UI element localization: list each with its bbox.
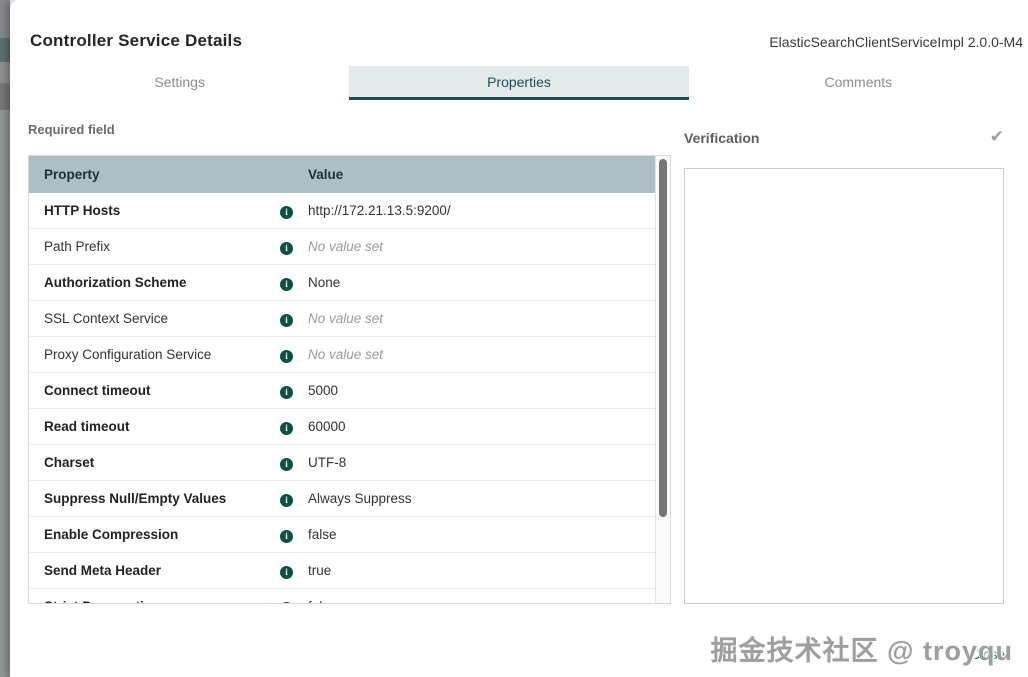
info-icon-cell: i bbox=[280, 203, 293, 219]
required-field-label: Required field bbox=[28, 122, 115, 137]
property-value: 60000 bbox=[308, 419, 346, 434]
property-name: Connect timeout bbox=[44, 383, 151, 398]
property-name: Send Meta Header bbox=[44, 563, 162, 578]
property-name: Authorization Scheme bbox=[44, 275, 187, 290]
property-value: No value set bbox=[308, 347, 384, 362]
info-icon-cell: i bbox=[280, 599, 293, 603]
info-icon[interactable]: i bbox=[280, 241, 293, 255]
property-name: Path Prefix bbox=[44, 239, 111, 254]
column-header-property: Property bbox=[44, 167, 100, 182]
info-icon-cell: i bbox=[280, 419, 293, 435]
info-icon[interactable]: i bbox=[280, 313, 293, 327]
table-row: Send Meta Header i true bbox=[29, 553, 655, 589]
info-icon-cell: i bbox=[280, 383, 293, 399]
table-header-row: Property Value bbox=[29, 156, 655, 193]
table-row: Path Prefix i No value set bbox=[29, 229, 655, 265]
property-name: Strict Deprecation bbox=[29, 599, 280, 603]
property-value: No value set bbox=[308, 311, 384, 326]
property-name: HTTP Hosts bbox=[44, 203, 121, 218]
info-icon-cell: i bbox=[280, 311, 293, 327]
info-icon-cell: i bbox=[280, 239, 293, 255]
property-name: Suppress Null/Empty Values bbox=[44, 491, 227, 506]
background-segment bbox=[0, 0, 10, 38]
table-row: Suppress Null/Empty Values i Always Suppre… bbox=[29, 481, 655, 517]
background-segment bbox=[0, 83, 10, 110]
column-header-value: Value bbox=[308, 167, 344, 182]
property-value: 5000 bbox=[308, 383, 339, 398]
info-icon[interactable]: i bbox=[280, 421, 293, 435]
table-rows: HTTP Hosts i http://172.21.13.5:9200/Path … bbox=[29, 193, 655, 603]
property-value: true bbox=[308, 563, 332, 578]
table-row: Read timeout i 60000 bbox=[29, 409, 655, 445]
property-value: None bbox=[308, 275, 341, 290]
info-icon-cell: i bbox=[280, 527, 293, 543]
table-row: Strict Deprecationi false bbox=[29, 589, 655, 603]
table-row: Connect timeout i 5000 bbox=[29, 373, 655, 409]
tab-comments[interactable]: Comments bbox=[689, 66, 1028, 100]
info-icon[interactable]: i bbox=[280, 349, 293, 363]
info-icon[interactable]: i bbox=[280, 277, 293, 291]
controller-service-details-dialog: Controller Service Details ElasticSearch… bbox=[10, 0, 1028, 677]
property-value: http://172.21.13.5:9200/ bbox=[308, 203, 451, 218]
info-icon[interactable]: i bbox=[280, 205, 293, 219]
background-segment bbox=[0, 110, 10, 677]
background-app-strip bbox=[0, 0, 10, 677]
info-icon[interactable]: i bbox=[280, 529, 293, 543]
tab-settings[interactable]: Settings bbox=[10, 66, 349, 100]
verification-check-icon[interactable]: ✔ bbox=[990, 127, 1004, 147]
table-scrollbar-thumb[interactable] bbox=[659, 159, 667, 517]
table-row: HTTP Hosts i http://172.21.13.5:9200/ bbox=[29, 193, 655, 229]
property-name: Enable Compression bbox=[44, 527, 179, 542]
property-value: No value set bbox=[308, 239, 384, 254]
properties-table-body: Property Value HTTP Hosts i http://172.21.… bbox=[29, 156, 655, 603]
verification-results-panel bbox=[684, 168, 1004, 604]
info-icon[interactable]: i bbox=[280, 385, 293, 399]
info-icon-cell: i bbox=[280, 491, 293, 507]
table-row: Authorization Scheme i None bbox=[29, 265, 655, 301]
property-value: false bbox=[308, 527, 337, 542]
verification-label: Verification bbox=[684, 130, 760, 146]
service-name-version: ElasticSearchClientServiceImpl 2.0.0-M4 bbox=[769, 34, 1023, 50]
tab-bar: Settings Properties Comments bbox=[10, 66, 1028, 100]
table-row: Enable Compression i false bbox=[29, 517, 655, 553]
property-name: Read timeout bbox=[44, 419, 130, 434]
property-value: Always Suppress bbox=[308, 491, 412, 506]
properties-table: Property Value HTTP Hosts i http://172.21.… bbox=[28, 155, 671, 604]
info-icon-cell: i bbox=[280, 563, 293, 579]
property-name: Proxy Configuration Service bbox=[44, 347, 212, 362]
table-scrollbar-track[interactable] bbox=[655, 156, 670, 603]
table-row: Proxy Configuration Service i No value set bbox=[29, 337, 655, 373]
property-value: false bbox=[308, 599, 655, 603]
property-value: UTF-8 bbox=[308, 455, 347, 470]
info-icon[interactable]: i bbox=[280, 565, 293, 579]
background-segment bbox=[0, 38, 10, 62]
table-row: SSL Context Service i No value set bbox=[29, 301, 655, 337]
info-icon[interactable]: i bbox=[280, 601, 293, 603]
info-icon[interactable]: i bbox=[280, 493, 293, 507]
info-icon-cell: i bbox=[280, 275, 293, 291]
property-name: SSL Context Service bbox=[44, 311, 169, 326]
info-icon-cell: i bbox=[280, 455, 293, 471]
tab-properties[interactable]: Properties bbox=[349, 66, 689, 100]
property-name: Charset bbox=[44, 455, 95, 470]
close-button[interactable]: Close bbox=[970, 647, 1005, 662]
dialog-title: Controller Service Details bbox=[30, 31, 243, 50]
info-icon[interactable]: i bbox=[280, 457, 293, 471]
table-row: Charset i UTF-8 bbox=[29, 445, 655, 481]
info-icon-cell: i bbox=[280, 347, 293, 363]
background-segment bbox=[0, 62, 10, 83]
